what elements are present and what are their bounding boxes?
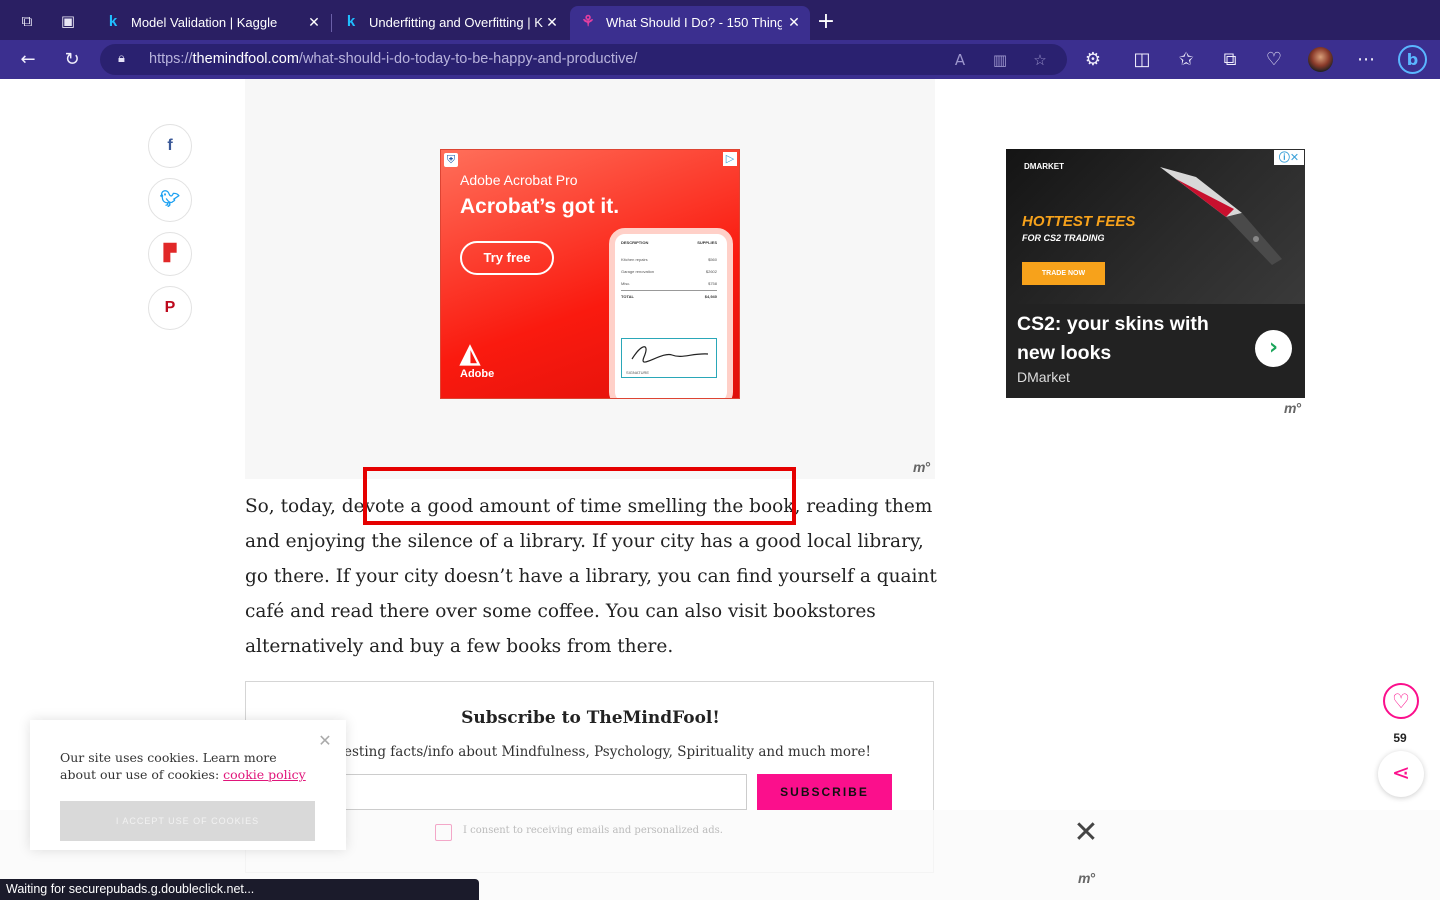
back-icon[interactable]: ← — [16, 48, 40, 72]
favorites-icon[interactable]: ✩ — [1174, 48, 1198, 72]
signature-scribble — [631, 346, 709, 363]
phone-row: Garage renovation $2602 — [621, 269, 717, 274]
dmarket-hot-fees: HOTTEST FEES — [1022, 213, 1136, 230]
extensions-icon[interactable]: ⚙ — [1081, 48, 1105, 72]
url-path: /what-should-i-do-today-to-be-happy-and-… — [298, 51, 638, 67]
accept-cookies-button[interactable]: I ACCEPT USE OF COOKIES — [60, 801, 315, 841]
close-icon[interactable]: ✕ — [1073, 818, 1099, 848]
flipboard-share-button[interactable]: ▛ — [148, 232, 192, 276]
dmarket-headline: CS2: your skins with new looks — [1017, 313, 1209, 364]
tab-divider — [331, 14, 332, 32]
twitter-share-button[interactable]: 🐦︎ — [148, 178, 192, 222]
phone-row: Kitchen repairs $560 — [621, 257, 717, 262]
subscribe-description: Interesting facts/info about Mindfulness… — [310, 744, 871, 760]
dmarket-ad-banner: DMARKET HOTTEST FEES FOR CS2 TRADING TRA… — [1006, 149, 1305, 304]
url-text[interactable]: https://themindfool.com/what-should-i-do… — [149, 51, 637, 67]
refresh-icon[interactable]: ↻ — [60, 48, 84, 72]
ad-headline: Acrobat’s got it. — [460, 195, 620, 218]
inline-ad-container: ⛨ ▷ Adobe Acrobat Pro Acrobat’s got it. … — [245, 79, 935, 479]
tab-underfitting[interactable]: k Underfitting and Overfitting | K ✕ — [333, 6, 568, 40]
tab-model-validation[interactable]: k Model Validation | Kaggle ✕ — [95, 6, 330, 40]
dmarket-ad[interactable]: DMARKET HOTTEST FEES FOR CS2 TRADING TRA… — [1006, 149, 1305, 398]
signature-box: SIGNATURE — [621, 338, 717, 378]
cookie-text: Our site uses cookies. Learn more about … — [60, 749, 310, 783]
url-scheme: https:// — [149, 51, 193, 67]
immersive-reader-icon[interactable]: ▥ — [990, 50, 1010, 70]
adobe-ad[interactable]: ⛨ ▷ Adobe Acrobat Pro Acrobat’s got it. … — [440, 149, 740, 399]
phone-header: DESCRIPTION SUPPLIES — [621, 240, 717, 245]
phone-rows: Kitchen repairs $560 Garage renovation $26… — [621, 254, 717, 303]
adchoices-close-icon[interactable]: ⓘ✕ — [1274, 150, 1304, 165]
lock-icon[interactable]: 🔒︎ — [118, 51, 134, 67]
phone-header-left: DESCRIPTION — [621, 240, 649, 245]
address-bar[interactable]: 🔒︎ https://themindfool.com/what-should-i… — [100, 44, 1067, 75]
tab-what-should-i-do[interactable]: ⚘ What Should I Do? - 150 Thing ✕ — [570, 6, 810, 40]
subscribe-button[interactable]: SUBSCRIBE — [757, 774, 892, 810]
url-host: themindfool.com — [192, 51, 299, 67]
more-menu-icon[interactable]: ⋯ — [1354, 48, 1378, 72]
mediavine-logo-icon: m° — [913, 459, 930, 475]
tab-title: Underfitting and Overfitting | K — [369, 15, 543, 30]
highlight-annotation-box — [363, 467, 796, 525]
social-share-bar: f 🐦︎ ▛ P — [148, 124, 192, 340]
knife-image — [1160, 167, 1282, 265]
heart-icon[interactable]: ♡ — [1383, 683, 1419, 719]
collections-icon[interactable]: ⧉ — [1218, 48, 1242, 72]
mediavine-logo-icon: m° — [1284, 400, 1301, 416]
consent-checkbox[interactable] — [435, 824, 452, 841]
tab-actions-icon[interactable]: ▣ — [58, 11, 78, 31]
close-tab-icon[interactable]: ✕ — [306, 14, 322, 30]
dmarket-ad-footer: CS2: your skins with new looks DMarket › — [1006, 304, 1305, 398]
mediavine-logo-icon: m° — [1078, 870, 1095, 886]
new-tab-button[interactable]: + — [816, 11, 836, 33]
dmarket-subtitle: FOR CS2 TRADING — [1022, 233, 1105, 243]
read-aloud-icon[interactable]: A — [950, 50, 970, 70]
close-icon[interactable]: ✕ — [318, 733, 332, 749]
trade-now-button[interactable]: TRADE NOW — [1022, 262, 1105, 285]
try-free-button[interactable]: Try free — [460, 241, 554, 275]
tab-strip: ⧉ ▣ k Model Validation | Kaggle ✕ k Unde… — [0, 0, 1440, 40]
adobe-logo-icon: ◭ — [460, 338, 480, 368]
ad-brand: Adobe Acrobat Pro — [460, 172, 578, 188]
dmarket-advertiser: DMarket — [1017, 369, 1070, 385]
close-tab-icon[interactable]: ✕ — [786, 14, 802, 30]
dmarket-logo: DMARKET — [1024, 162, 1064, 171]
kaggle-k-icon: k — [346, 13, 356, 30]
profile-avatar[interactable] — [1308, 47, 1333, 72]
tab-title: Model Validation | Kaggle — [131, 15, 278, 30]
phone-total: TOTAL $4,940 — [621, 290, 717, 303]
cookie-banner: ✕ Our site uses cookies. Learn more abou… — [30, 720, 346, 850]
subscribe-title: Subscribe to TheMindFool! — [461, 708, 720, 728]
status-bar: Waiting for securepubads.g.doubleclick.n… — [0, 879, 479, 900]
cookie-policy-link[interactable]: cookie policy — [223, 767, 306, 782]
adchoices-icon[interactable]: ▷ — [723, 152, 737, 166]
signature-label: SIGNATURE — [626, 370, 650, 375]
share-count: 59 — [1393, 731, 1407, 745]
chevron-right-icon[interactable]: › — [1255, 330, 1292, 367]
browser-essentials-icon[interactable]: ♡ — [1262, 48, 1286, 72]
facebook-share-button[interactable]: f — [148, 124, 192, 168]
share-icon[interactable]: ⋖ — [1378, 751, 1424, 797]
consent-label: I consent to receiving emails and person… — [463, 825, 723, 836]
favorite-star-icon[interactable]: ☆ — [1030, 50, 1050, 70]
web-page: f 🐦︎ ▛ P ⛨ ▷ Adobe Acrobat Pro Acrobat’s… — [0, 79, 1440, 900]
pinterest-share-button[interactable]: P — [148, 286, 192, 330]
workspaces-icon[interactable]: ⧉ — [17, 11, 37, 31]
bing-copilot-icon[interactable]: b — [1398, 45, 1427, 74]
navigation-toolbar: ← ↻ 🔒︎ https://themindfool.com/what-shou… — [0, 40, 1440, 79]
lotus-icon: ⚘ — [581, 13, 595, 30]
phone-row: Misc. $758 — [621, 281, 717, 286]
kaggle-k-icon: k — [108, 13, 118, 30]
close-tab-icon[interactable]: ✕ — [544, 14, 560, 30]
split-screen-icon[interactable]: ◫ — [1130, 48, 1154, 72]
adobe-logo-text: Adobe — [460, 368, 495, 380]
phone-header-right: SUPPLIES — [697, 240, 717, 245]
tab-title: What Should I Do? - 150 Thing — [606, 15, 782, 30]
ad-shield-icon: ⛨ — [444, 153, 458, 167]
phone-mockup: DESCRIPTION SUPPLIES Kitchen repairs $560… — [609, 228, 733, 398]
